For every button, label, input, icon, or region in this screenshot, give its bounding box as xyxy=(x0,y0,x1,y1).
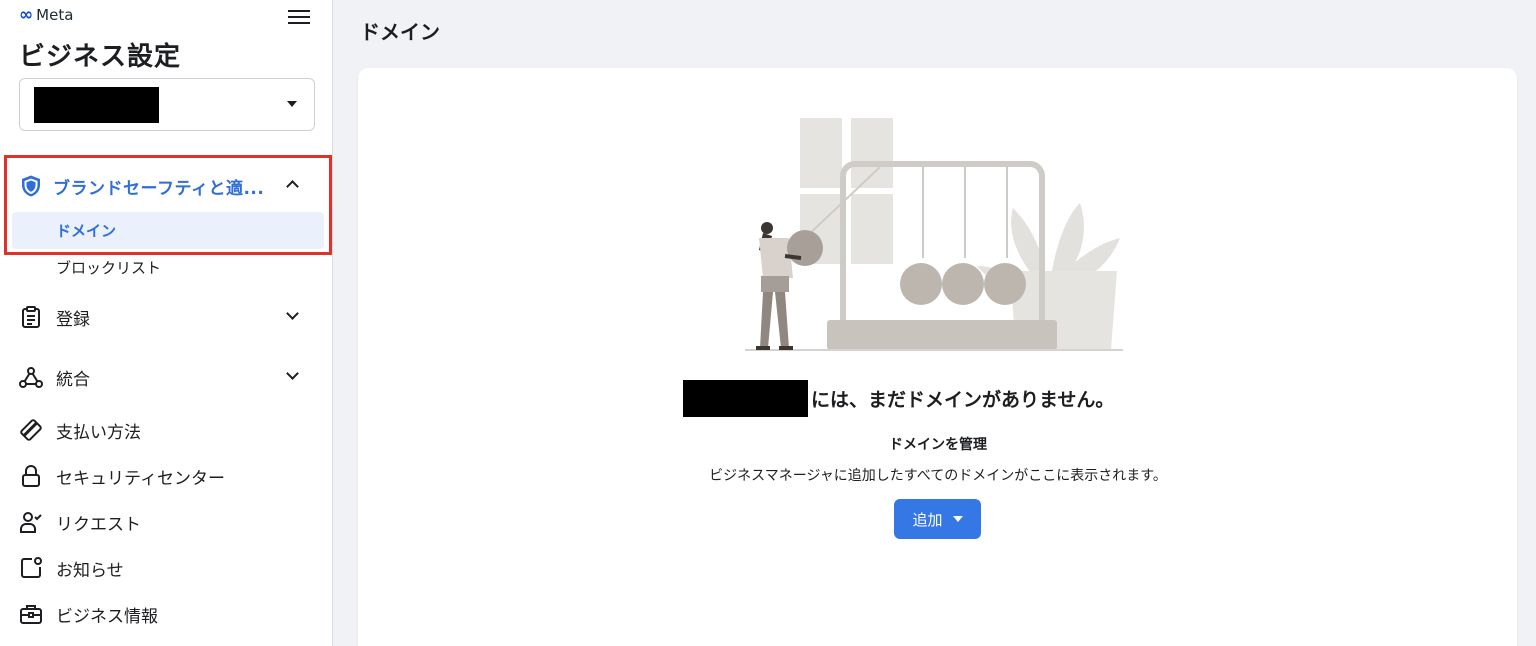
sidebar-group-label: ブランドセーフティと適... xyxy=(53,178,265,199)
add-button-label: 追加 xyxy=(912,510,943,529)
sidebar-item-domains[interactable]: ドメイン xyxy=(12,212,324,249)
caret-down-icon xyxy=(952,516,963,522)
sidebar-item-label: 登録 xyxy=(56,309,90,330)
add-button[interactable]: 追加 xyxy=(894,499,981,539)
empty-state-headline-text: には、まだドメインがありません。 xyxy=(811,389,1115,411)
meta-logo-text: Meta xyxy=(36,6,74,24)
page-title: ドメイン xyxy=(360,20,440,44)
nodes-icon xyxy=(19,365,43,389)
app-title: ビジネス設定 xyxy=(19,42,182,72)
redacted-account-name xyxy=(34,87,159,123)
briefcase-icon xyxy=(19,602,43,626)
sidebar-item-business-info[interactable]: ビジネス情報 xyxy=(19,596,319,632)
empty-state-headline: には、まだドメインがありません。 xyxy=(683,380,1114,417)
caret-down-icon xyxy=(287,101,297,107)
chevron-down-icon xyxy=(286,307,299,320)
meta-infinity-icon: ∞ xyxy=(19,4,34,25)
menu-icon[interactable] xyxy=(288,6,312,28)
sidebar-group-brand-safety[interactable]: ブランドセーフティと適... xyxy=(19,168,319,204)
empty-state-description: ビジネスマネージャに追加したすべてのドメインがここに表示されます。 xyxy=(709,468,1167,484)
person-check-icon xyxy=(19,510,43,534)
redacted-business-name xyxy=(683,380,808,417)
notification-icon xyxy=(19,556,43,580)
sidebar-item-label: リクエスト xyxy=(56,514,141,535)
sidebar-item-integrations[interactable]: 統合 xyxy=(19,359,319,395)
sidebar: ∞ Meta ビジネス設定 ブランドセーフティと適... ドメイン ブロックリス… xyxy=(0,0,333,646)
empty-state-illustration xyxy=(745,108,1125,358)
sidebar-item-notifications[interactable]: お知らせ xyxy=(19,550,319,586)
sidebar-item-requests[interactable]: リクエスト xyxy=(19,504,319,540)
sidebar-item-label: 統合 xyxy=(56,369,90,390)
business-account-select[interactable] xyxy=(19,78,315,131)
sidebar-item-blocklist[interactable]: ブロックリスト xyxy=(12,249,324,286)
empty-state-subheading: ドメインを管理 xyxy=(889,437,987,453)
chevron-up-icon xyxy=(286,180,299,193)
chevron-down-icon xyxy=(286,367,299,380)
sidebar-item-registration[interactable]: 登録 xyxy=(19,299,319,335)
meta-logo: ∞ Meta xyxy=(19,6,73,24)
sidebar-item-label: ビジネス情報 xyxy=(56,606,158,627)
sidebar-item-label: お知らせ xyxy=(56,560,124,581)
shield-icon xyxy=(19,174,43,198)
clipboard-icon xyxy=(19,305,43,329)
